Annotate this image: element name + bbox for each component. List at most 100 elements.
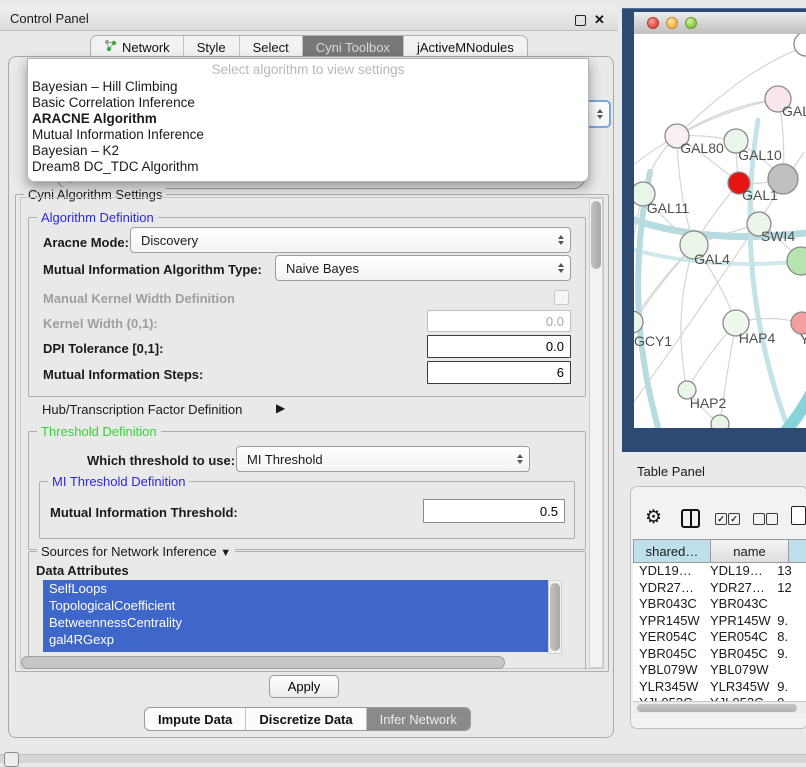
tab-jactivemnodules[interactable]: jActiveMNodules xyxy=(403,36,527,58)
column-header-shared[interactable]: shared… xyxy=(633,539,711,563)
network-canvas[interactable]: GALGAL80GAL10GAL1GAL11GAL4SWI4GCY1HAP4YH… xyxy=(634,34,806,428)
import-table-icon[interactable] xyxy=(791,506,806,525)
mi-threshold-group: MI Threshold Definition Mutual Informati… xyxy=(39,481,575,539)
unchecked-checkbox-icon-1[interactable] xyxy=(753,513,765,525)
close-window-button[interactable] xyxy=(647,17,659,29)
table-row[interactable]: YBR045CYBR045C9. xyxy=(633,646,806,663)
attributes-vscrollbar-thumb[interactable] xyxy=(550,583,560,651)
dpi-tolerance-field[interactable] xyxy=(427,335,571,358)
tab-infer-network[interactable]: Infer Network xyxy=(366,708,470,730)
table-cell: YPR145W xyxy=(633,613,702,630)
attribute-item-gal4rgexp[interactable]: gal4RGexp xyxy=(43,631,548,648)
tab-impute-data[interactable]: Impute Data xyxy=(145,708,245,730)
table-cell: YDL19… xyxy=(633,563,702,580)
tab-cyni-toolbox[interactable]: Cyni Toolbox xyxy=(302,36,403,58)
network-edge[interactable] xyxy=(681,245,694,390)
bottom-tabs: Impute DataDiscretize DataInfer Network xyxy=(144,707,471,731)
table-row[interactable]: YBL079WYBL079W xyxy=(633,662,806,679)
table-row[interactable]: YDL19…YDL19…13 xyxy=(633,563,806,580)
settings-vscrollbar[interactable] xyxy=(589,198,603,668)
float-panel-icon[interactable] xyxy=(575,14,586,29)
table-cell: YBR045C xyxy=(633,646,702,663)
algorithm-option-basic-correlation-inference[interactable]: Basic Correlation Inference xyxy=(28,95,588,111)
algorithm-definition-group: Algorithm Definition Aracne Mode: Discov… xyxy=(28,217,586,397)
table-cell: 9. xyxy=(771,613,806,630)
network-node[interactable] xyxy=(787,247,806,275)
algorithm-option-bayesian-hill-climbing[interactable]: Bayesian – Hill Climbing xyxy=(28,79,588,95)
sources-expand-arrow-icon[interactable]: ▼ xyxy=(220,547,231,559)
tab-network[interactable]: Network xyxy=(91,36,183,58)
attribute-item-betweennesscentrality[interactable]: BetweennessCentrality xyxy=(43,614,548,631)
which-threshold-combo[interactable]: MI Threshold xyxy=(236,446,530,472)
algorithm-option-mutual-information-inference[interactable]: Mutual Information Inference xyxy=(28,127,588,143)
network-edge-thick[interactable] xyxy=(718,376,806,428)
table-cell: YBL079W xyxy=(702,662,771,679)
gear-icon[interactable]: ⚙ xyxy=(645,506,662,529)
data-attributes-label: Data Attributes xyxy=(36,563,129,578)
network-edge[interactable] xyxy=(677,99,778,136)
checked-checkbox-icon-2[interactable]: ✓ xyxy=(728,513,740,525)
tab-discretize-data[interactable]: Discretize Data xyxy=(245,708,365,730)
page-title: Control Panel xyxy=(10,11,89,26)
network-window-titlebar[interactable] xyxy=(634,12,806,35)
table-cell: YDR27… xyxy=(633,580,702,597)
column-header-name[interactable]: name xyxy=(711,539,789,563)
table-cell: YER054C xyxy=(633,629,702,646)
zoom-window-button[interactable] xyxy=(685,17,697,29)
algorithm-option-bayesian-k2[interactable]: Bayesian – K2 xyxy=(28,143,588,159)
table-row[interactable]: YDR27…YDR27…12 xyxy=(633,580,806,597)
attribute-item-topologicalcoefficient[interactable]: TopologicalCoefficient xyxy=(43,597,548,614)
mi-threshold-group-title: MI Threshold Definition xyxy=(48,474,189,489)
kernel-width-field[interactable] xyxy=(427,310,571,332)
table-hscrollbar-thumb[interactable] xyxy=(637,704,797,712)
columns-icon[interactable] xyxy=(681,509,700,528)
hub-collapse-arrow-icon[interactable]: ▶ xyxy=(276,401,285,415)
manual-kernel-checkbox[interactable] xyxy=(554,290,569,305)
table-cell: YPR145W xyxy=(702,613,771,630)
unchecked-checkbox-icon-2[interactable] xyxy=(766,513,778,525)
mi-type-combo[interactable]: Naive Bayes xyxy=(275,255,571,281)
algorithm-popup: Select algorithm to view settings Bayesi… xyxy=(27,58,589,182)
table-rows: YDL19…YDL19…13YDR27…YDR27…12YBR043CYBR04… xyxy=(633,563,806,701)
data-attributes-list: SelfLoopsTopologicalCoefficientBetweenne… xyxy=(43,580,548,652)
aracne-mode-combo[interactable]: Discovery xyxy=(130,227,571,253)
apply-button[interactable]: Apply xyxy=(269,675,339,698)
network-node-label: HAP4 xyxy=(739,330,776,346)
table-panel-title: Table Panel xyxy=(637,464,705,479)
table-cell xyxy=(771,662,806,679)
network-node-label: GAL1 xyxy=(742,187,778,203)
close-panel-icon[interactable]: ✕ xyxy=(594,13,605,26)
table-panel: ⚙ ✓ ✓ shared…name YDL19…YDL19…13YDR27…YD… xyxy=(630,486,806,729)
tab-select[interactable]: Select xyxy=(239,36,302,58)
attribute-item-selfloops[interactable]: SelfLoops xyxy=(43,580,548,597)
stepper-icon xyxy=(548,235,564,245)
manual-kernel-label: Manual Kernel Width Definition xyxy=(43,291,235,306)
table-cell: YDR27… xyxy=(702,580,771,597)
threshold-definition-group: Threshold Definition Which threshold to … xyxy=(28,431,586,550)
network-node[interactable] xyxy=(711,415,729,428)
algorithm-option-aracne-algorithm[interactable]: ARACNE Algorithm xyxy=(28,111,588,127)
column-header-col2[interactable] xyxy=(789,539,806,563)
table-row[interactable]: YER054CYER054C8. xyxy=(633,629,806,646)
settings-hscrollbar[interactable] xyxy=(21,656,505,669)
mi-steps-field[interactable] xyxy=(427,361,571,384)
checked-checkbox-icon-1[interactable]: ✓ xyxy=(715,513,727,525)
bottom-left-icon[interactable] xyxy=(4,752,19,767)
control-panel-titlebar: Control Panel ✕ xyxy=(0,6,618,31)
mi-threshold-field[interactable] xyxy=(423,499,565,523)
sources-group: Sources for Network Inference ▼ Data Att… xyxy=(28,551,586,670)
settings-vscrollbar-thumb[interactable] xyxy=(591,201,601,269)
attributes-vscrollbar[interactable] xyxy=(548,580,562,654)
table-hscrollbar[interactable] xyxy=(633,701,806,714)
algorithm-option-dream8-dc-tdc-algorithm[interactable]: Dream8 DC_TDC Algorithm xyxy=(28,159,588,175)
settings-group: Cyni Algorithm Settings Algorithm Defini… xyxy=(15,194,609,672)
table-row[interactable]: YPR145WYPR145W9. xyxy=(633,613,806,630)
which-threshold-label: Which threshold to use: xyxy=(87,453,235,468)
table-cell: YBR043C xyxy=(633,596,702,613)
minimize-window-button[interactable] xyxy=(666,17,678,29)
network-node[interactable] xyxy=(794,34,806,56)
mi-type-label: Mutual Information Algorithm Type: xyxy=(43,262,262,277)
table-row[interactable]: YLR345WYLR345W9. xyxy=(633,679,806,696)
tab-style[interactable]: Style xyxy=(183,36,239,58)
table-row[interactable]: YBR043CYBR043C xyxy=(633,596,806,613)
